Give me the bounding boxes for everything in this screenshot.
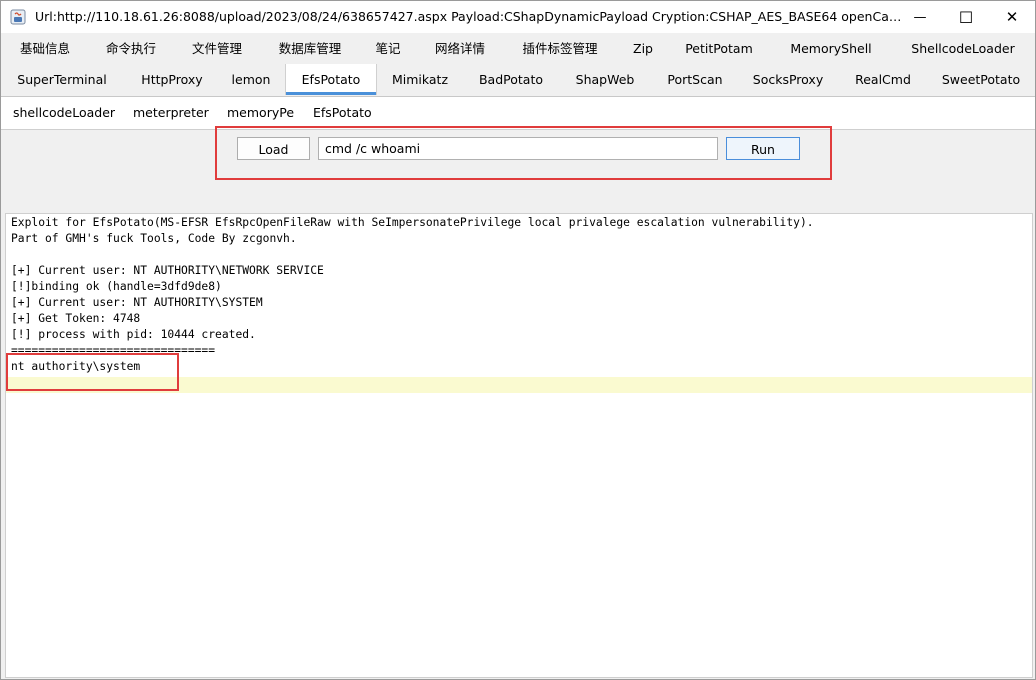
output-line: [+] Current user: NT AUTHORITY\NETWORK S…	[11, 264, 324, 277]
tab-httpproxy[interactable]: HttpProxy	[127, 64, 217, 95]
close-button[interactable]: ✕	[989, 1, 1035, 33]
tab-mimikatz[interactable]: Mimikatz	[381, 64, 459, 95]
tab-zip[interactable]: Zip	[621, 33, 665, 64]
plugin-tab-row-1: 基础信息 命令执行 文件管理 数据库管理 笔记 网络详情 插件标签管理 Zip …	[1, 33, 1035, 64]
tab-lemon[interactable]: lemon	[223, 64, 279, 95]
output-line: ==============================	[11, 344, 216, 357]
window-title: Url:http://110.18.61.26:8088/upload/2023…	[35, 9, 905, 24]
subtab-meterpreter[interactable]: meterpreter	[133, 97, 209, 129]
tab-superterminal[interactable]: SuperTerminal	[7, 64, 117, 95]
tab-plugin-tag-manager[interactable]: 插件标签管理	[509, 33, 611, 64]
tab-notes[interactable]: 笔记	[365, 33, 411, 64]
tab-shapweb[interactable]: ShapWeb	[563, 64, 647, 95]
app-window: Url:http://110.18.61.26:8088/upload/2023…	[0, 0, 1036, 680]
subtab-efspotato[interactable]: EfsPotato	[313, 97, 372, 129]
output-textarea[interactable]: Exploit for EfsPotato(MS-EFSR EfsRpcOpen…	[5, 213, 1033, 678]
tab-sweetpotato[interactable]: SweetPotato	[933, 64, 1029, 95]
output-line: [!] process with pid: 10444 created.	[11, 328, 256, 341]
efspotato-subtab-row: shellcodeLoader meterpreter memoryPe Efs…	[1, 97, 1035, 130]
tab-basic-info[interactable]: 基础信息	[7, 33, 83, 64]
plugin-tab-row-2: SuperTerminal HttpProxy lemon EfsPotato …	[1, 64, 1035, 95]
subtab-memorype[interactable]: memoryPe	[227, 97, 294, 129]
minimize-icon: —	[913, 9, 927, 25]
tab-command-exec[interactable]: 命令执行	[93, 33, 169, 64]
tab-shellcodeloader[interactable]: ShellcodeLoader	[899, 33, 1027, 64]
command-input[interactable]	[318, 137, 718, 160]
maximize-button[interactable]: ☐	[943, 1, 989, 33]
load-button[interactable]: Load	[237, 137, 310, 160]
tab-efspotato[interactable]: EfsPotato	[285, 64, 377, 95]
tab-petitpotam[interactable]: PetitPotam	[675, 33, 763, 64]
maximize-icon: ☐	[958, 7, 974, 27]
tab-socksproxy[interactable]: SocksProxy	[743, 64, 833, 95]
tab-database-manager[interactable]: 数据库管理	[265, 33, 355, 64]
tab-file-manager[interactable]: 文件管理	[179, 33, 255, 64]
run-button[interactable]: Run	[726, 137, 800, 160]
output-line: [!]binding ok (handle=3dfd9de8)	[11, 280, 222, 293]
title-bar: Url:http://110.18.61.26:8088/upload/2023…	[1, 1, 1035, 33]
close-icon: ✕	[1005, 8, 1019, 26]
tab-memoryshell[interactable]: MemoryShell	[773, 33, 889, 64]
tab-portscan[interactable]: PortScan	[657, 64, 733, 95]
tab-realcmd[interactable]: RealCmd	[843, 64, 923, 95]
subtab-shellcodeloader[interactable]: shellcodeLoader	[13, 97, 115, 129]
output-result-line: nt authority\system	[11, 360, 141, 373]
tab-badpotato[interactable]: BadPotato	[469, 64, 553, 95]
output-line: Exploit for EfsPotato(MS-EFSR EfsRpcOpen…	[11, 216, 814, 229]
current-line-highlight	[6, 377, 1032, 393]
tab-network-details[interactable]: 网络详情	[421, 33, 499, 64]
output-line: Part of GMH's fuck Tools, Code By zcgonv…	[11, 232, 297, 245]
output-line: [+] Current user: NT AUTHORITY\SYSTEM	[11, 296, 263, 309]
output-line: [+] Get Token: 4748	[11, 312, 141, 325]
java-app-icon	[10, 9, 26, 25]
minimize-button[interactable]: —	[897, 1, 943, 33]
